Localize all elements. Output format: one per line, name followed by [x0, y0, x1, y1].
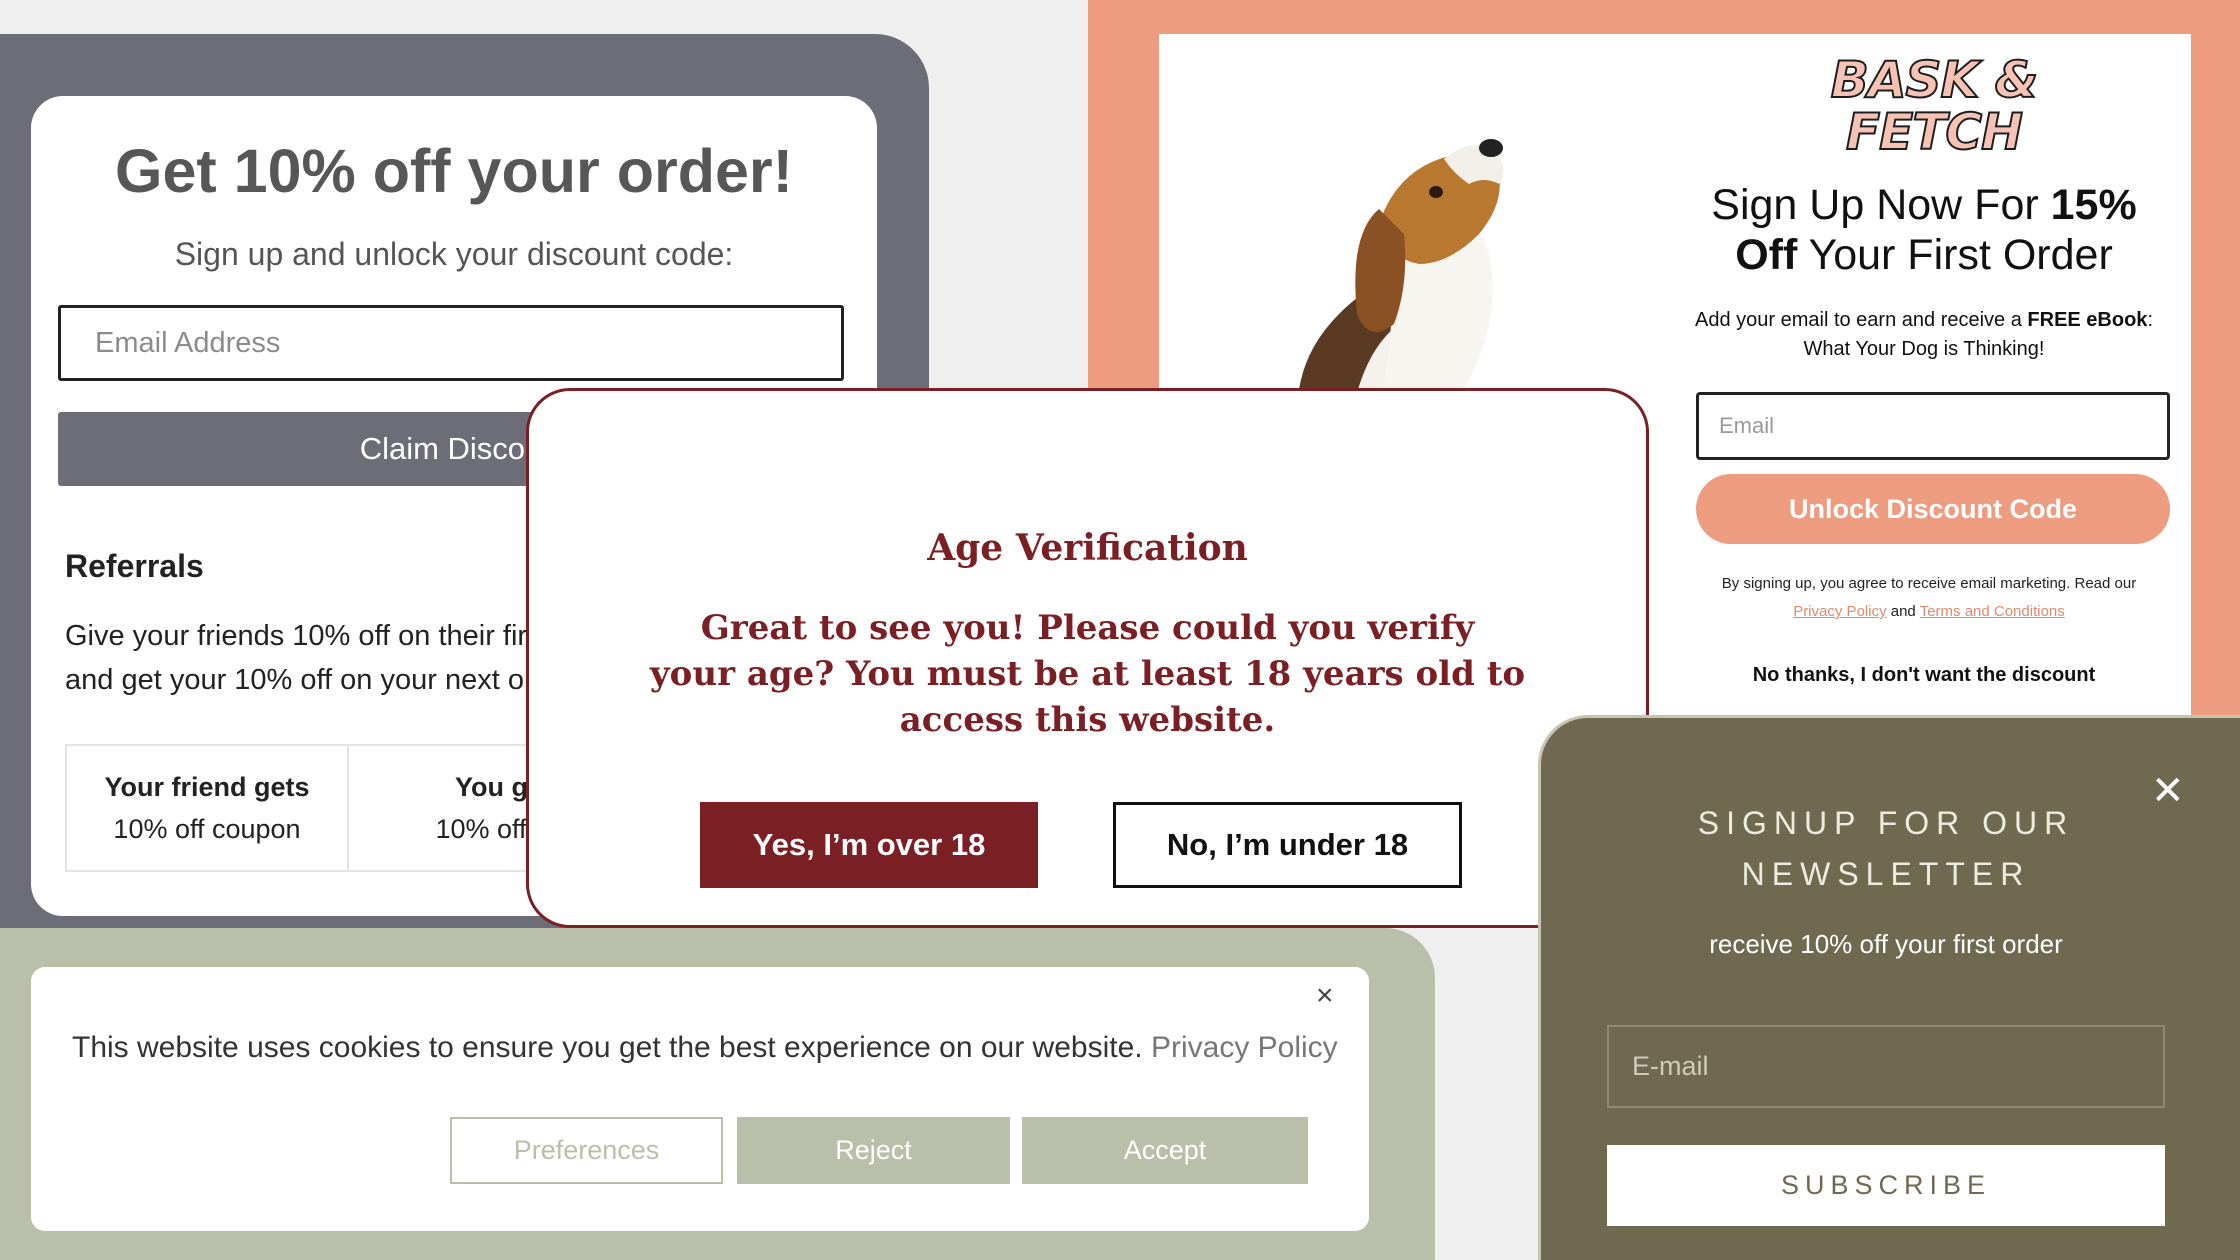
- accept-button[interactable]: Accept: [1022, 1117, 1308, 1184]
- cookie-banner: × This website uses cookies to ensure yo…: [31, 967, 1369, 1231]
- privacy-policy-link[interactable]: Privacy Policy: [1793, 603, 1886, 620]
- cookie-message: This website uses cookies to ensure you …: [72, 1031, 1338, 1064]
- over-18-button[interactable]: Yes, I’m over 18: [700, 802, 1038, 888]
- under-18-button[interactable]: No, I’m under 18: [1113, 802, 1462, 888]
- email-placeholder: E-mail: [1632, 1051, 1709, 1081]
- discount-subtitle: Sign up and unlock your discount code:: [174, 236, 734, 272]
- friend-gets-value: 10% off coupon: [113, 814, 301, 844]
- newsletter-popup: ✕ SIGNUP FOR OUR NEWSLETTER receive 10% …: [1538, 715, 2240, 1260]
- age-verification-modal: Age Verification Great to see you! Pleas…: [526, 388, 1649, 928]
- privacy-policy-link[interactable]: Privacy Policy: [1151, 1031, 1338, 1064]
- age-verification-message: Great to see you! Please could you verif…: [649, 608, 1526, 740]
- email-address-input[interactable]: Email Address: [58, 305, 844, 381]
- signup-description: Add your email to earn and receive a FRE…: [1694, 309, 2153, 360]
- friend-gets-label: Your friend gets: [104, 772, 310, 802]
- friend-gets-cell: Your friend gets 10% off coupon: [67, 746, 349, 870]
- preferences-button[interactable]: Preferences: [450, 1117, 723, 1184]
- bask-fetch-logo: BASK & FETCH: [1830, 51, 2040, 161]
- age-verification-title: Age Verification: [927, 527, 1248, 569]
- terms-conditions-link[interactable]: Terms and Conditions: [1920, 603, 2065, 620]
- subscribe-button[interactable]: SUBSCRIBE: [1607, 1145, 2165, 1226]
- email-placeholder: Email: [1719, 413, 1775, 438]
- close-icon[interactable]: ×: [1316, 979, 1334, 1013]
- unlock-discount-button[interactable]: Unlock Discount Code: [1696, 474, 2170, 544]
- beagle-dog-image: [1297, 139, 1504, 434]
- referrals-title: Referrals: [65, 548, 204, 584]
- newsletter-title: SIGNUP FOR OUR NEWSLETTER: [1697, 805, 2075, 892]
- no-thanks-link[interactable]: No thanks, I don't want the discount: [1679, 664, 2169, 687]
- newsletter-subtitle: receive 10% off your first order: [1709, 929, 2063, 959]
- email-placeholder: Email Address: [95, 326, 281, 359]
- terms-text: By signing up, you agree to receive emai…: [1721, 575, 2137, 620]
- signup-headline: Sign Up Now For 15% Off Your First Order: [1711, 181, 2137, 279]
- email-input[interactable]: Email: [1696, 392, 2170, 460]
- email-input[interactable]: E-mail: [1607, 1025, 2165, 1108]
- discount-title: Get 10% off your order!: [115, 137, 793, 205]
- reject-button[interactable]: Reject: [737, 1117, 1010, 1184]
